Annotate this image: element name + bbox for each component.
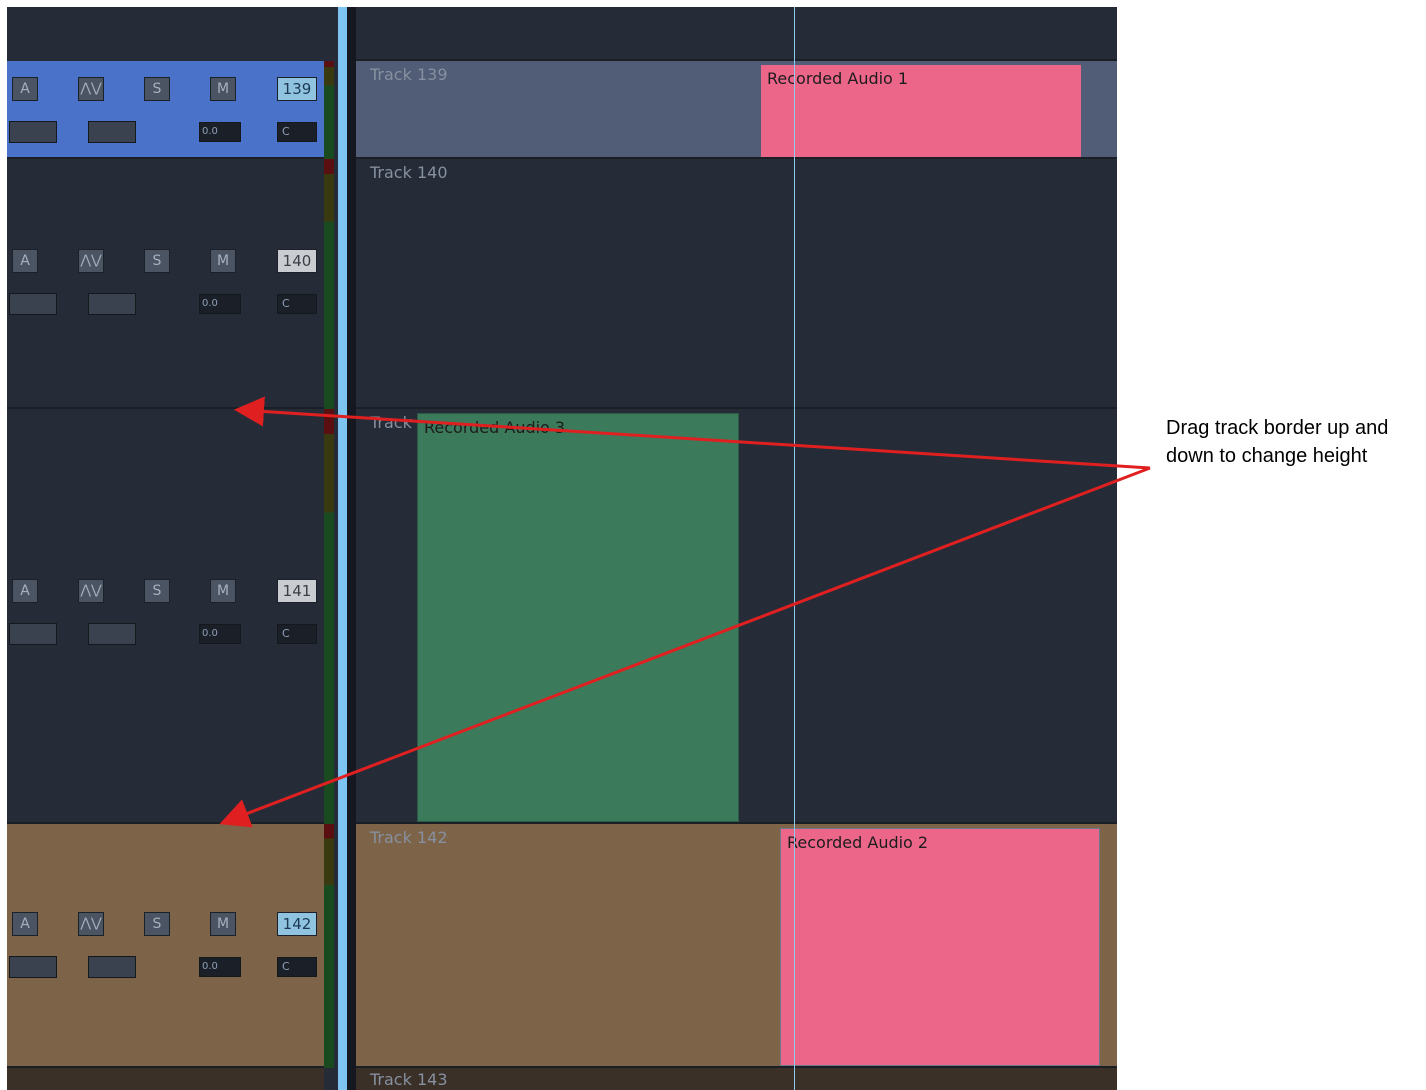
- arrow-to-bottom-border: [219, 466, 1151, 828]
- annotation-text: Drag track border up and down to change …: [1166, 417, 1389, 467]
- annotation-arrows: [219, 396, 1151, 828]
- arrow-to-top-border: [234, 396, 1151, 470]
